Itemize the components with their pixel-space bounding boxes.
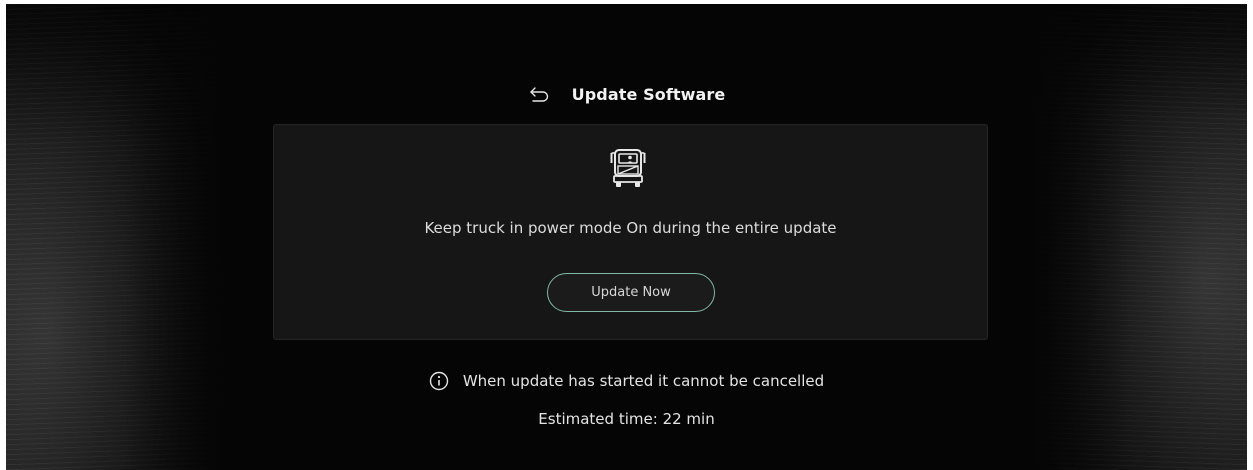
page-title: Update Software <box>571 84 726 104</box>
info-icon <box>429 371 449 391</box>
estimated-time: Estimated time: 22 min <box>6 410 1247 428</box>
update-card: Keep truck in power mode On during the e… <box>273 124 988 340</box>
update-software-screen: Update Software Keep truck in power mode… <box>6 4 1247 470</box>
right-decorative-panel <box>1032 4 1247 470</box>
update-now-button[interactable]: Update Now <box>547 273 715 312</box>
truck-icon <box>610 149 646 187</box>
header: Update Software <box>6 84 1247 104</box>
warning-text: When update has started it cannot be can… <box>462 372 825 390</box>
power-mode-message: Keep truck in power mode On during the e… <box>424 219 837 237</box>
cancel-warning: When update has started it cannot be can… <box>6 371 1247 391</box>
back-button[interactable] <box>528 84 552 104</box>
left-decorative-panel <box>6 4 221 470</box>
estimate-value: 22 min <box>662 410 715 428</box>
back-arrow-icon[interactable] <box>529 86 551 102</box>
estimate-label: Estimated time: <box>538 410 658 428</box>
